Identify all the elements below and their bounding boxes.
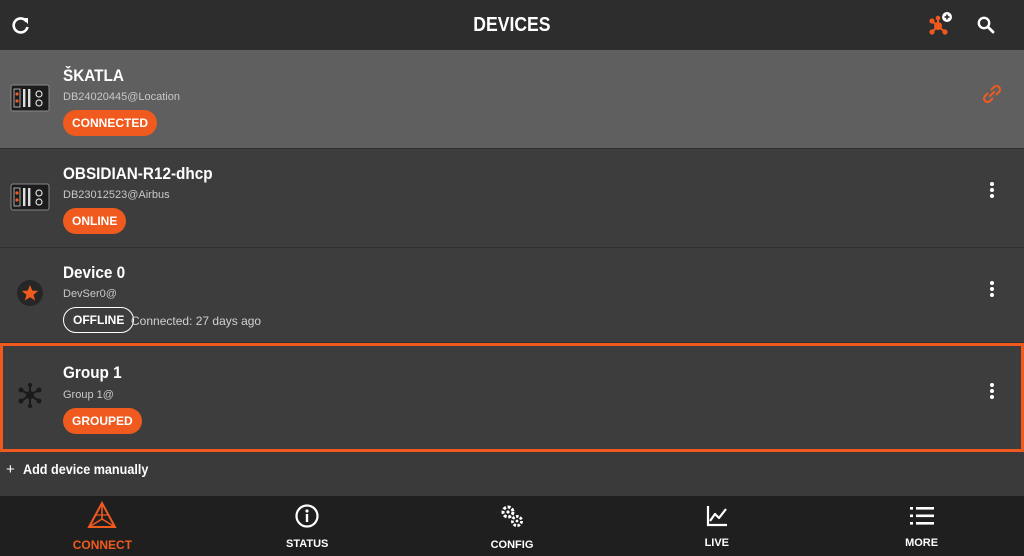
app-header: DEVICES [0,0,1024,50]
status-badge: GROUPED [63,408,142,434]
nav-config[interactable]: CONFIG [410,496,615,556]
device-subtitle: DevSer0@ [63,288,117,300]
device-subtitle: DB23012523@Airbus [63,189,170,201]
status-badge: ONLINE [63,208,127,234]
nav-label: CONFIG [490,538,534,551]
search-icon[interactable] [971,10,1001,40]
nav-label: MORE [905,536,939,549]
add-device-manually-link[interactable]: + Add device manually [6,459,162,479]
device-unit-icon [10,177,50,217]
list-icon [909,504,935,533]
device-unit-icon [10,78,50,118]
network-add-icon[interactable] [924,10,954,40]
nav-status[interactable]: STATUS [205,496,410,556]
last-connected-text: Connected: 27 days ago [131,314,262,328]
device-row[interactable]: ŠKATLA DB24020445@Location CONNECTED [0,50,1024,149]
device-row[interactable]: Device 0 DevSer0@ OFFLINE Connected: 27 … [0,248,1024,343]
link-icon[interactable] [978,80,1006,108]
plus-icon: + [6,460,15,478]
device-row[interactable]: OBSIDIAN-R12-dhcp DB23012523@Airbus ONLI… [0,149,1024,248]
device-row[interactable]: Group 1 Group 1@ GROUPED [0,343,1024,452]
more-vertical-icon[interactable] [980,277,1004,301]
page-title: DEVICES [473,13,551,36]
connect-triangle-icon [87,500,118,534]
nav-label: CONNECT [72,537,133,552]
status-badge: CONNECTED [63,110,158,136]
gears-icon [498,502,526,535]
more-vertical-icon[interactable] [980,178,1004,202]
device-subtitle: Group 1@ [63,389,114,401]
nav-label: LIVE [704,536,730,549]
device-name: Device 0 [63,263,126,282]
bottom-navigation: CONNECT STATUS CONFIG LIVE MORE [0,496,1024,556]
nav-label: STATUS [286,537,329,550]
device-name: OBSIDIAN-R12-dhcp [63,164,213,183]
more-vertical-icon[interactable] [980,379,1004,403]
device-name: Group 1 [63,363,122,382]
device-subtitle: DB24020445@Location [63,91,180,103]
device-list: ŠKATLA DB24020445@Location CONNECTED OBS… [0,50,1024,496]
star-icon [10,273,50,313]
info-icon [294,503,320,534]
device-name: ŠKATLA [63,66,124,85]
line-chart-icon [705,504,729,533]
nav-more[interactable]: MORE [819,496,1024,556]
add-device-label: Add device manually [22,461,149,477]
refresh-icon[interactable] [6,10,36,40]
nav-live[interactable]: LIVE [614,496,819,556]
nav-connect[interactable]: CONNECT [0,496,205,556]
group-network-icon [10,375,50,415]
status-badge: OFFLINE [63,307,135,333]
